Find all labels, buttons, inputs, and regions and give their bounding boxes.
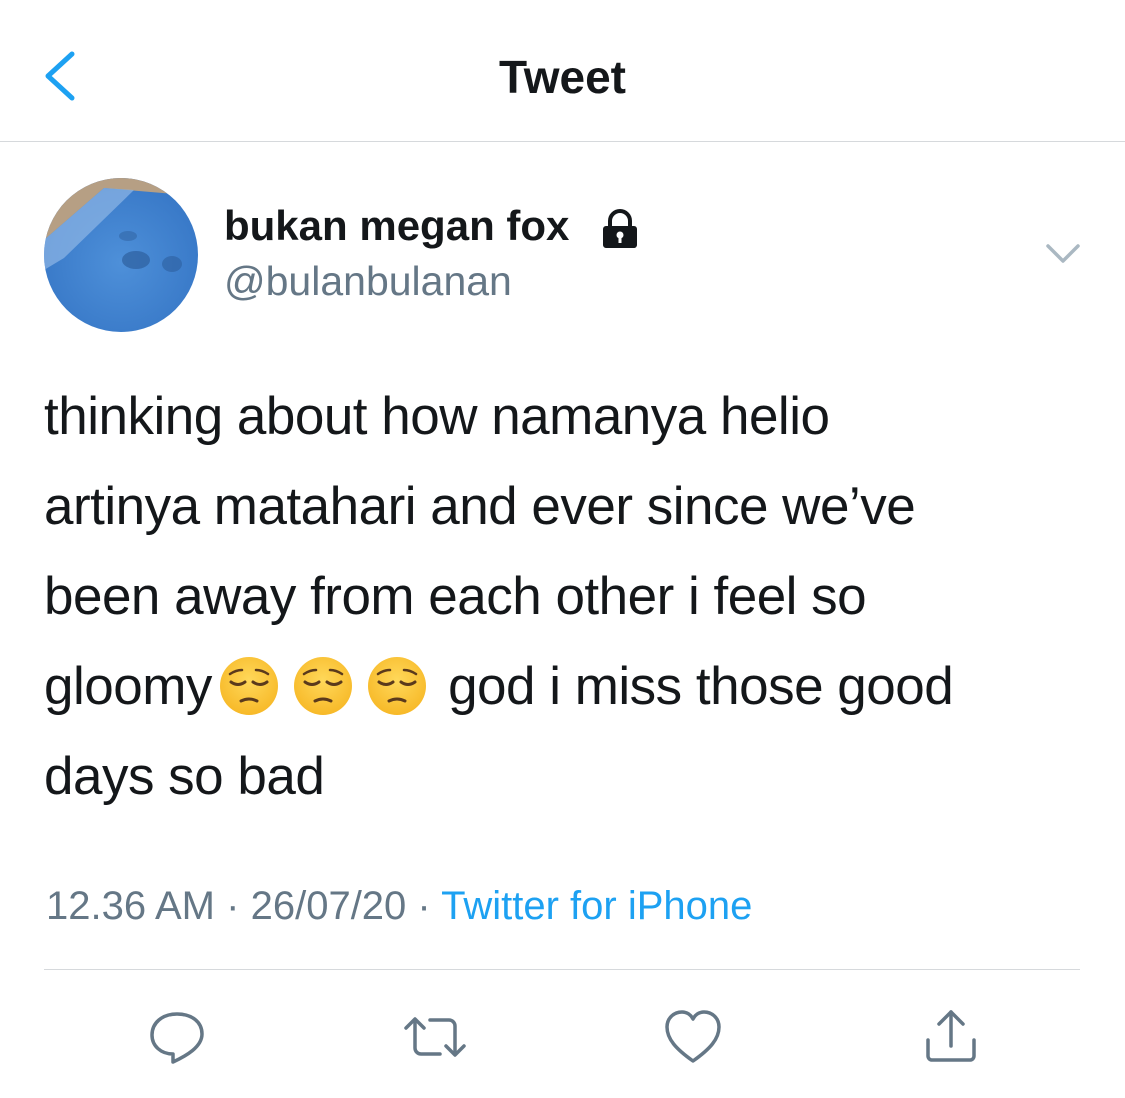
navigation-bar: Tweet — [0, 0, 1125, 142]
meta-separator: · — [226, 884, 240, 928]
page-title: Tweet — [499, 51, 626, 103]
user-handle[interactable]: @bulanbulanan — [224, 258, 512, 305]
tweet-text: thinking about how namanya helio artinya… — [44, 372, 1094, 822]
share-icon — [926, 1010, 976, 1062]
tweet-source-link[interactable]: Twitter for iPhone — [441, 884, 752, 928]
more-options-button[interactable] — [1040, 238, 1086, 272]
like-button[interactable] — [662, 1006, 724, 1068]
avatar[interactable] — [44, 178, 198, 332]
tweet-time: 12.36 AM — [46, 884, 216, 928]
retweet-icon — [404, 1017, 466, 1057]
pensive-face-emoji — [293, 657, 352, 715]
chevron-down-icon — [1046, 244, 1080, 263]
reply-button[interactable] — [146, 1006, 208, 1068]
divider — [44, 969, 1080, 970]
tweet-date: 26/07/20 — [250, 884, 407, 928]
retweet-button[interactable] — [400, 1006, 466, 1068]
lock-icon — [603, 209, 637, 248]
meta-separator: · — [417, 884, 431, 928]
avatar-image — [44, 178, 198, 332]
pensive-face-emoji — [219, 657, 278, 715]
heart-icon — [665, 1010, 721, 1063]
pensive-face-emoji — [367, 657, 426, 715]
share-button[interactable] — [920, 1006, 982, 1068]
tweet-meta: 12.36 AM · 26/07/20 · Twitter for iPhone — [46, 884, 752, 929]
display-name[interactable]: bukan megan fox — [224, 202, 569, 250]
reply-icon — [150, 1012, 204, 1064]
